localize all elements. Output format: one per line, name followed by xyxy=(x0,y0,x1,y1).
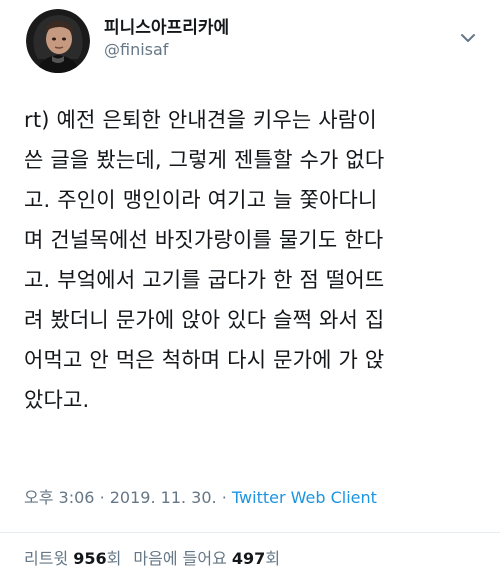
likes-count: 497 xyxy=(231,549,266,568)
divider xyxy=(0,532,500,533)
meta-separator: · xyxy=(221,488,227,507)
tweet-meta: 오후 3:06 · 2019. 11. 30. · Twitter Web Cl… xyxy=(24,487,377,509)
tweet-time[interactable]: 오후 3:06 xyxy=(24,488,94,507)
user-handle[interactable]: @finisaf xyxy=(104,39,229,61)
tweet-line: 고. 주인이 맹인이라 여기고 늘 쫓아다니 xyxy=(24,188,378,212)
likes-stat[interactable]: 마음에 들어요 497회 xyxy=(133,549,280,568)
display-name[interactable]: 피니스아프리카에 xyxy=(104,17,229,39)
retweets-suffix: 회 xyxy=(106,549,122,568)
likes-label: 마음에 들어요 xyxy=(133,549,227,568)
tweet-line: 고. 부엌에서 고기를 굽다가 한 점 떨어뜨 xyxy=(24,268,385,292)
chevron-down-icon[interactable] xyxy=(458,28,478,48)
tweet-stats: 리트윗 956회 마음에 들어요 497회 xyxy=(24,548,280,570)
retweets-label: 리트윗 xyxy=(24,549,69,568)
user-names: 피니스아프리카에 @finisaf xyxy=(104,17,229,61)
retweets-stat[interactable]: 리트윗 956회 xyxy=(24,549,121,568)
tweet-line: rt) 예전 은퇴한 안내견을 키우는 사람이 xyxy=(24,108,377,132)
tweet-line: 쓴 글을 봤는데, 그렇게 젠틀할 수가 없다 xyxy=(24,148,385,172)
meta-separator: · xyxy=(99,488,105,507)
likes-suffix: 회 xyxy=(265,549,281,568)
tweet-header: 피니스아프리카에 @finisaf xyxy=(26,9,229,73)
tweet-line: 려 봤더니 문가에 앉아 있다 슬쩍 와서 집 xyxy=(24,308,385,332)
tweet-line: 어먹고 안 먹은 척하며 다시 문가에 가 앉 xyxy=(24,348,385,372)
tweet-text: rt) 예전 은퇴한 안내견을 키우는 사람이 쓴 글을 봤는데, 그렇게 젠틀… xyxy=(24,100,486,420)
tweet-line: 았다고. xyxy=(24,388,90,412)
retweets-count: 956 xyxy=(73,549,107,568)
avatar[interactable] xyxy=(26,9,90,73)
avatar-image xyxy=(26,9,90,73)
tweet-line: 며 건널목에선 바짓가랑이를 물기도 한다 xyxy=(24,228,384,252)
tweet-source-link[interactable]: Twitter Web Client xyxy=(232,488,377,507)
tweet-date[interactable]: 2019. 11. 30. xyxy=(110,488,217,507)
